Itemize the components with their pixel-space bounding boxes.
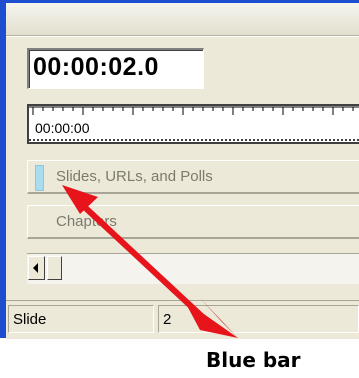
- timeline-ruler[interactable]: 00:00:00: [27, 104, 359, 144]
- track-slides-urls-polls[interactable]: Slides, URLs, and Polls: [27, 160, 359, 194]
- ruler-ticks: [29, 106, 359, 115]
- annotation-label: Blue bar: [206, 348, 301, 372]
- status-cell-value: 2: [158, 305, 359, 333]
- status-bar: Slide 2: [6, 300, 359, 339]
- arrow-left-icon: [33, 263, 38, 273]
- track-chapters[interactable]: Chapters: [27, 205, 359, 239]
- toolbar-strip: [6, 3, 359, 36]
- track-label: Chapters: [56, 213, 117, 230]
- status-cell-name: Slide: [8, 305, 154, 333]
- timecode-field[interactable]: 00:00:02.0: [27, 48, 204, 89]
- status-field-value: 2: [163, 311, 172, 328]
- slide-marker-blue-bar[interactable]: [35, 165, 44, 191]
- timecode-value: 00:00:02.0: [33, 53, 159, 81]
- status-field-name: Slide: [13, 311, 47, 328]
- ruler-baseline: [29, 139, 359, 141]
- horizontal-scrollbar[interactable]: [27, 253, 359, 284]
- scroll-thumb[interactable]: [47, 256, 62, 280]
- track-label: Slides, URLs, and Polls: [56, 168, 213, 185]
- ruler-start-label: 00:00:00: [35, 120, 90, 136]
- toolbar-divider: [6, 36, 359, 37]
- scroll-left-button[interactable]: [28, 256, 45, 280]
